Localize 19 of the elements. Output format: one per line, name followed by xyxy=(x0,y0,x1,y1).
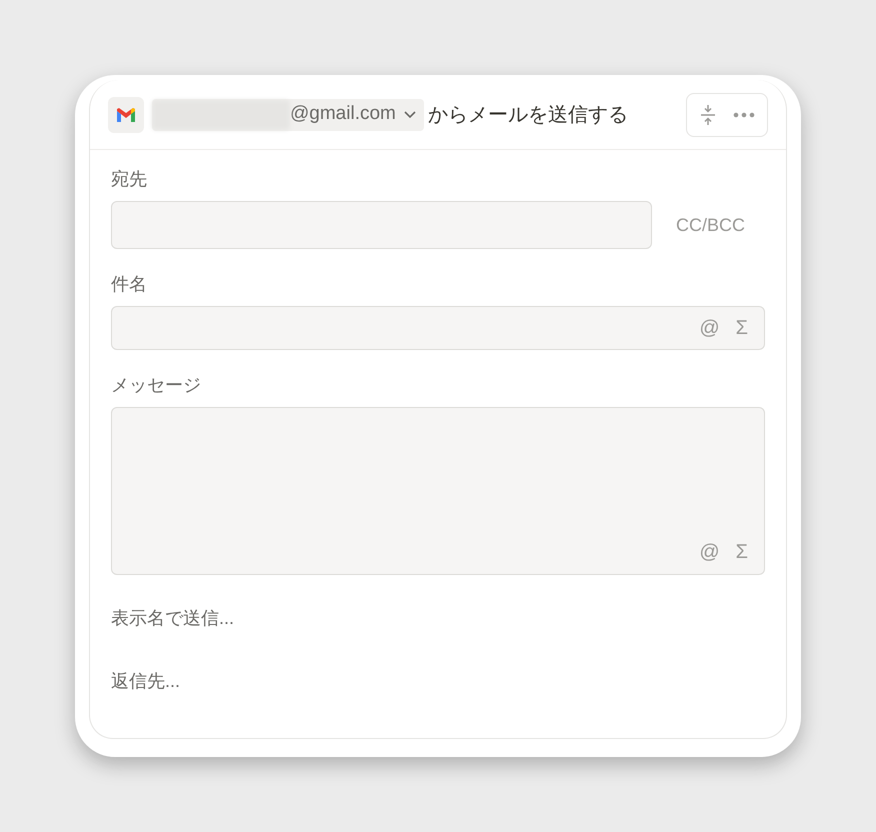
collapse-icon[interactable] xyxy=(699,104,717,124)
mail-logo-icon xyxy=(108,96,144,132)
insert-symbol-button[interactable]: Σ xyxy=(736,542,748,562)
field-label: 宛先 xyxy=(111,168,148,191)
input-field[interactable]: @ Σ xyxy=(111,306,765,350)
field-label: メッセージ xyxy=(111,374,202,397)
insert-symbol-button[interactable]: @ xyxy=(699,542,720,562)
account-dropdown[interactable]: @gmail.com xyxy=(152,98,424,130)
input-field[interactable] xyxy=(111,201,652,249)
chevron-down-icon xyxy=(404,110,416,118)
insert-symbol-button[interactable]: Σ xyxy=(736,318,748,338)
option-link[interactable]: 返信先... xyxy=(111,668,765,695)
field-label: 件名 xyxy=(111,273,148,296)
dialog-title: からメールを送信する xyxy=(428,102,628,128)
cc-bcc-link[interactable]: CC/BCC xyxy=(676,212,765,238)
insert-symbol-button[interactable]: @ xyxy=(699,318,720,338)
option-link[interactable]: 表示名で送信... xyxy=(111,605,765,632)
message-field[interactable]: @ Σ xyxy=(111,407,765,575)
more-icon[interactable] xyxy=(733,112,755,118)
